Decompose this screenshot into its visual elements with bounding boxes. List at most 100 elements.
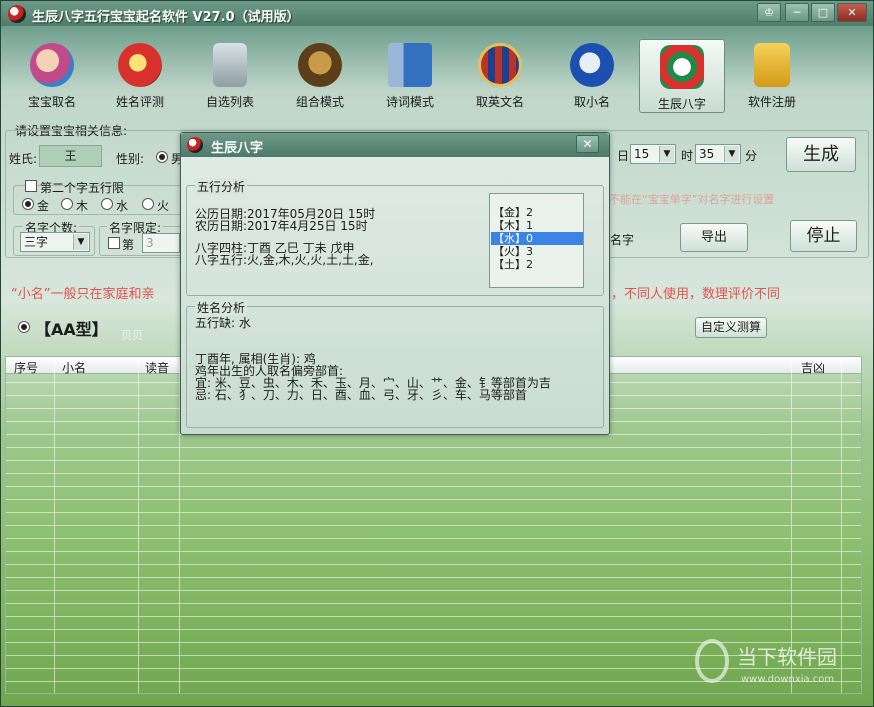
disabled-hint: 不能在“宝宝单字”对名字进行设置 [609,193,775,206]
eagle-icon [570,43,614,87]
day-unit-label: 日 [617,149,630,163]
app-logo-icon [8,5,26,23]
column-divider [54,357,55,693]
window-title: 生辰八字五行宝宝起名软件 V27.0（试用版） [32,10,300,25]
result-type-radio[interactable] [18,321,30,333]
watermark-url: www.downxia.com [741,674,835,685]
export-button[interactable]: 导出 [680,223,748,252]
lunar-date: 农历日期:2017年4月25日 15时 [195,219,368,233]
dialog-title-bar[interactable]: 生辰八字 ✕ [181,133,609,157]
list-item-earth[interactable]: 【土】2 [491,258,583,271]
gender-male-radio[interactable] [156,151,168,163]
tool-label: 软件注册 [747,95,796,109]
chevron-down-icon[interactable]: ▼ [659,146,674,162]
element-count-list[interactable]: 【金】2 【木】1 【水】0 【火】3 【土】2 [489,193,584,288]
minute-select[interactable]: 35 ▼ [695,144,741,164]
tool-label: 自选列表 [205,95,254,109]
minute-value: 35 [699,147,715,161]
dialog-close-button[interactable]: ✕ [576,135,599,153]
name-count-value: 三字 [24,235,49,249]
element-water-radio[interactable] [101,198,113,210]
lock-icon [754,43,790,87]
name-limit-value: 3 [146,236,154,250]
maximize-button[interactable]: □ [811,3,835,22]
tool-poetry-mode[interactable]: 诗词模式 [367,38,453,112]
gender-label: 性别: [116,152,145,166]
dialog-title: 生辰八字 [211,141,264,156]
surname-input[interactable]: 王 [39,145,102,167]
title-bar[interactable]: 生辰八字五行宝宝起名软件 V27.0（试用版） ♔ ─ □ ✕ [1,1,873,26]
day-select[interactable]: 15 ▼ [630,144,676,164]
tool-registration[interactable]: 软件注册 [729,38,815,112]
tool-label: 姓名评测 [115,95,164,109]
bazi-elements: 八字五行:火,金,木,火,火,土,土,金, [195,253,374,267]
second-char-checkbox[interactable] [25,180,37,192]
result-type-label: 【AA型】 [35,320,108,339]
name-analysis-title: 姓名分析 [195,299,248,316]
name-suffix-label: 名字 [610,233,635,247]
nickname-notice: “小名”一般只在家庭和亲 [11,287,155,302]
tool-birth-bazi[interactable]: 生辰八字 [639,39,725,113]
tool-combination-mode[interactable]: 组合模式 [277,38,363,112]
name-limit-select[interactable]: 3 [142,233,180,253]
col-fortune: 吉凶 [801,361,826,375]
result-type-example: 贝贝 [121,329,143,342]
bagua-icon [660,45,704,89]
element-fire-radio[interactable] [142,198,154,210]
name-limit-checkbox[interactable] [108,237,120,249]
watermark-text: 当下软件园 [737,645,837,669]
list-item-water[interactable]: 【水】0 [491,232,583,245]
element-wood-radio[interactable] [61,198,73,210]
list-item-metal[interactable]: 【金】2 [491,206,583,219]
radicals-bad: 忌: 石、犭、刀、力、日、酉、血、弓、牙、彡、车、马等部首 [195,388,527,402]
column-divider [138,357,139,693]
tool-label: 生辰八字 [657,97,706,111]
custom-calc-button[interactable]: 自定义测算 [695,317,767,338]
main-toolbar: 宝宝取名 姓名评测 自选列表 组合模式 诗词模式 取英文名 取小名 生辰八字 软… [1,26,873,116]
close-button[interactable]: ✕ [837,3,867,22]
tool-label: 组合模式 [295,95,344,109]
app-window: 生辰八字五行宝宝起名软件 V27.0（试用版） ♔ ─ □ ✕ 宝宝取名 姓名评… [0,0,874,707]
chevron-down-icon[interactable]: ▼ [724,146,739,162]
tool-label: 取英文名 [475,95,524,109]
list-item-fire[interactable]: 【火】3 [491,245,583,258]
lantern-icon [118,43,162,87]
tool-custom-list[interactable]: 自选列表 [187,38,273,112]
nickname-notice-tail: ，不同人使用，数理评价不同 [611,287,781,302]
stop-button[interactable]: 停止 [790,220,857,252]
day-value: 15 [634,147,650,161]
minimize-button[interactable]: ─ [785,3,809,22]
tool-label: 取小名 [573,95,610,109]
second-char-label: 第二个字五行限 [40,181,125,195]
dialog-logo-icon [187,137,203,153]
missing-element: 五行缺: 水 [195,316,251,330]
book-icon [388,43,432,87]
baby-icon [30,43,74,87]
tool-label: 诗词模式 [385,95,434,109]
hour-unit-label: 时 [681,149,694,163]
surname-label: 姓氏: [9,152,38,166]
tool-nickname[interactable]: 取小名 [549,38,635,112]
chevron-down-icon[interactable]: ▼ [73,234,88,250]
generate-button[interactable]: 生成 [786,137,856,172]
element-metal-label: 金 [37,199,50,213]
tool-english-name[interactable]: 取英文名 [457,38,543,112]
tool-baby-naming[interactable]: 宝宝取名 [9,38,95,112]
minute-unit-label: 分 [745,149,758,163]
element-water-label: 水 [116,199,129,213]
col-pronunciation: 读音 [145,361,170,375]
element-metal-radio[interactable] [22,198,34,210]
name-limit-check-label: 第 [122,238,135,252]
col-nickname: 小名 [62,361,87,375]
tool-name-evaluation[interactable]: 姓名评测 [97,38,183,112]
lion-icon [298,43,342,87]
element-fire-label: 火 [157,199,170,213]
list-item-wood[interactable]: 【木】1 [491,219,583,232]
column-divider [841,357,842,693]
element-wood-label: 木 [76,199,89,213]
pen-holder-icon [213,43,247,87]
skin-button[interactable]: ♔ [757,3,781,22]
col-index: 序号 [14,361,39,375]
wuxing-group-title: 五行分析 [195,178,248,195]
name-count-select[interactable]: 三字 ▼ [20,232,90,252]
